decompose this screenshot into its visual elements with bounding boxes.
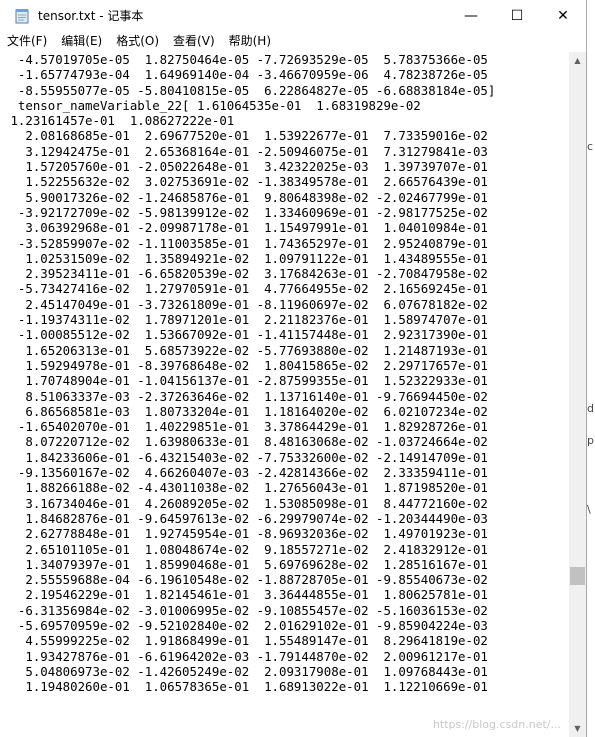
notepad-icon	[15, 8, 29, 23]
close-icon: ✕	[557, 7, 569, 24]
background-char: \	[587, 503, 591, 516]
document-text[interactable]: -4.57019705e-05 1.82750464e-05 -7.726935…	[0, 52, 569, 694]
close-button[interactable]: ✕	[540, 0, 586, 31]
minimize-button[interactable]: —	[448, 0, 494, 31]
background-char: c	[587, 140, 594, 153]
text-editor[interactable]: -4.57019705e-05 1.82750464e-05 -7.726935…	[0, 52, 569, 737]
menu-bar: 文件(F) 编辑(E) 格式(O) 查看(V) 帮助(H)	[0, 31, 586, 51]
maximize-button[interactable]: ☐	[494, 0, 540, 31]
notepad-window: tensor.txt - 记事本 — ☐ ✕ 文件(F) 编辑(E) 格式(O)…	[0, 0, 587, 737]
menu-view[interactable]: 查看(V)	[166, 31, 222, 51]
background-char: p	[587, 434, 594, 447]
menu-help[interactable]: 帮助(H)	[222, 31, 278, 51]
title-bar[interactable]: tensor.txt - 记事本 — ☐ ✕	[0, 0, 586, 31]
menu-edit[interactable]: 编辑(E)	[54, 31, 109, 51]
window-controls: — ☐ ✕	[448, 0, 586, 31]
vertical-scrollbar[interactable]: ▲ ▼	[569, 52, 586, 737]
background-char: d	[587, 402, 594, 415]
window-title: tensor.txt - 记事本	[38, 9, 144, 23]
scrollbar-thumb[interactable]	[570, 567, 585, 585]
menu-file[interactable]: 文件(F)	[0, 31, 54, 51]
watermark-text: https://blog.csdn.net/...	[432, 718, 561, 731]
maximize-icon: ☐	[510, 7, 524, 24]
scroll-down-arrow-icon[interactable]: ▼	[569, 720, 586, 737]
scroll-up-arrow-icon[interactable]: ▲	[569, 52, 586, 69]
minimize-icon: —	[464, 7, 478, 24]
background-window-edge	[587, 0, 595, 737]
menu-format[interactable]: 格式(O)	[109, 31, 166, 51]
